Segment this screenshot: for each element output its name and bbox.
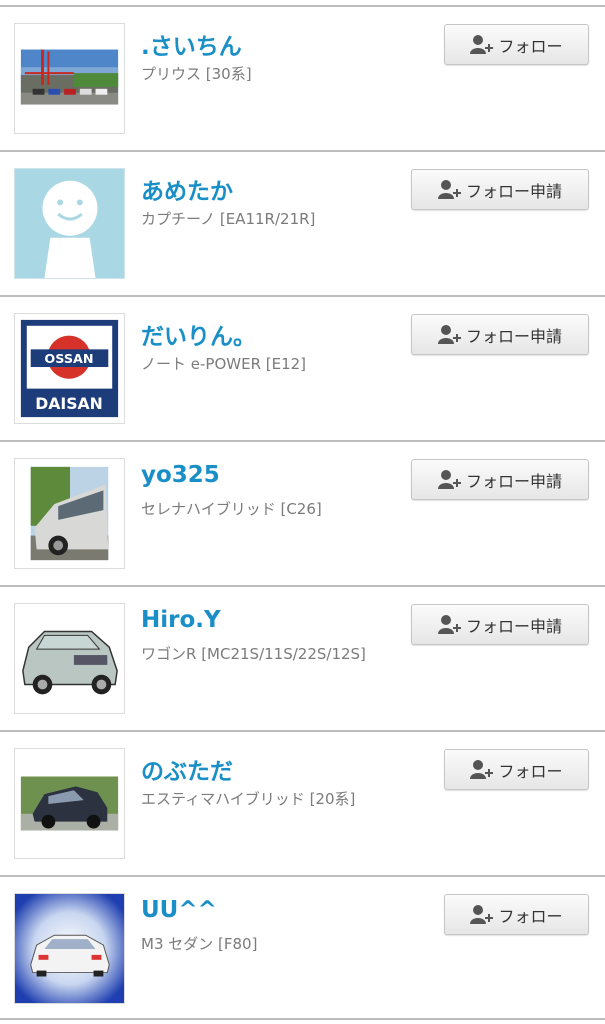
user-avatar[interactable] (14, 168, 125, 279)
user-avatar[interactable] (14, 23, 125, 134)
user-name[interactable]: .さいちん (141, 27, 242, 61)
follow-button[interactable]: フォロー (444, 749, 589, 790)
user-avatar[interactable] (14, 458, 125, 569)
user-avatar[interactable] (14, 603, 125, 714)
user-row[interactable]: OSSAN DAISAN だいりん。 ノート e-POWER [E12] フォロ… (0, 295, 605, 440)
user-list: .さいちん プリウス [30系] フォロー あめたか カプチーノ [EA11R/… (0, 0, 605, 1024)
user-car: M3 セダン [F80] (141, 935, 258, 953)
follow-button-label: フォロー (498, 906, 563, 926)
user-row[interactable]: Hiro.Y ワゴンR [MC21S/11S/22S/12S] フォロー申請 (0, 585, 605, 730)
user-name[interactable]: だいりん。 (141, 317, 256, 351)
user-car: セレナハイブリッド [C26] (141, 500, 322, 518)
person-add-icon (470, 759, 494, 781)
user-name[interactable]: あめたか (141, 172, 233, 206)
bridge-photo-image (15, 24, 124, 133)
follow-request-button[interactable]: フォロー申請 (411, 169, 589, 210)
user-row[interactable]: UU^^ M3 セダン [F80] フォロー (0, 875, 605, 1020)
user-name[interactable]: yo325 (141, 462, 220, 488)
ossan-text: OSSAN (44, 352, 93, 367)
ossan-daisan-logo-image: OSSAN DAISAN (15, 314, 124, 423)
user-avatar[interactable]: OSSAN DAISAN (14, 313, 125, 424)
follow-request-button-label: フォロー申請 (465, 471, 562, 491)
white-car-blue-bg-image (15, 894, 124, 1003)
user-car: ノート e-POWER [E12] (141, 355, 307, 373)
follow-button[interactable]: フォロー (444, 894, 589, 935)
follow-request-button-label: フォロー申請 (465, 326, 562, 346)
person-add-icon (437, 179, 462, 201)
person-add-icon (437, 469, 462, 491)
follow-request-button[interactable]: フォロー申請 (411, 459, 589, 500)
user-name[interactable]: UU^^ (141, 897, 217, 923)
follow-button-label: フォロー (498, 761, 563, 781)
user-name[interactable]: Hiro.Y (141, 607, 221, 633)
follow-request-button[interactable]: フォロー申請 (411, 314, 589, 355)
wagon-r-illustration-image (15, 604, 124, 713)
person-add-icon (470, 34, 494, 56)
person-add-icon (470, 904, 494, 926)
dark-minivan-photo-image (15, 749, 124, 858)
default-smiley-image (15, 169, 124, 278)
user-row[interactable]: .さいちん プリウス [30系] フォロー (0, 5, 605, 150)
daisan-text: DAISAN (35, 394, 103, 413)
follow-request-button-label: フォロー申請 (465, 616, 562, 636)
follow-button-label: フォロー (498, 36, 563, 56)
user-row[interactable]: yo325 セレナハイブリッド [C26] フォロー申請 (0, 440, 605, 585)
user-car: プリウス [30系] (141, 65, 252, 83)
user-car: ワゴンR [MC21S/11S/22S/12S] (141, 645, 366, 663)
person-add-icon (437, 614, 462, 636)
person-add-icon (437, 324, 462, 346)
silver-minivan-photo-image (15, 459, 124, 568)
user-row[interactable]: のぶただ エスティマハイブリッド [20系] フォロー (0, 730, 605, 875)
user-avatar[interactable] (14, 748, 125, 859)
follow-request-button[interactable]: フォロー申請 (411, 604, 589, 645)
user-name[interactable]: のぶただ (141, 752, 233, 786)
user-car: カプチーノ [EA11R/21R] (141, 210, 316, 228)
follow-button[interactable]: フォロー (444, 24, 589, 65)
user-car: エスティマハイブリッド [20系] (141, 790, 356, 808)
user-avatar[interactable] (14, 893, 125, 1004)
user-row[interactable]: あめたか カプチーノ [EA11R/21R] フォロー申請 (0, 150, 605, 295)
follow-request-button-label: フォロー申請 (465, 181, 562, 201)
